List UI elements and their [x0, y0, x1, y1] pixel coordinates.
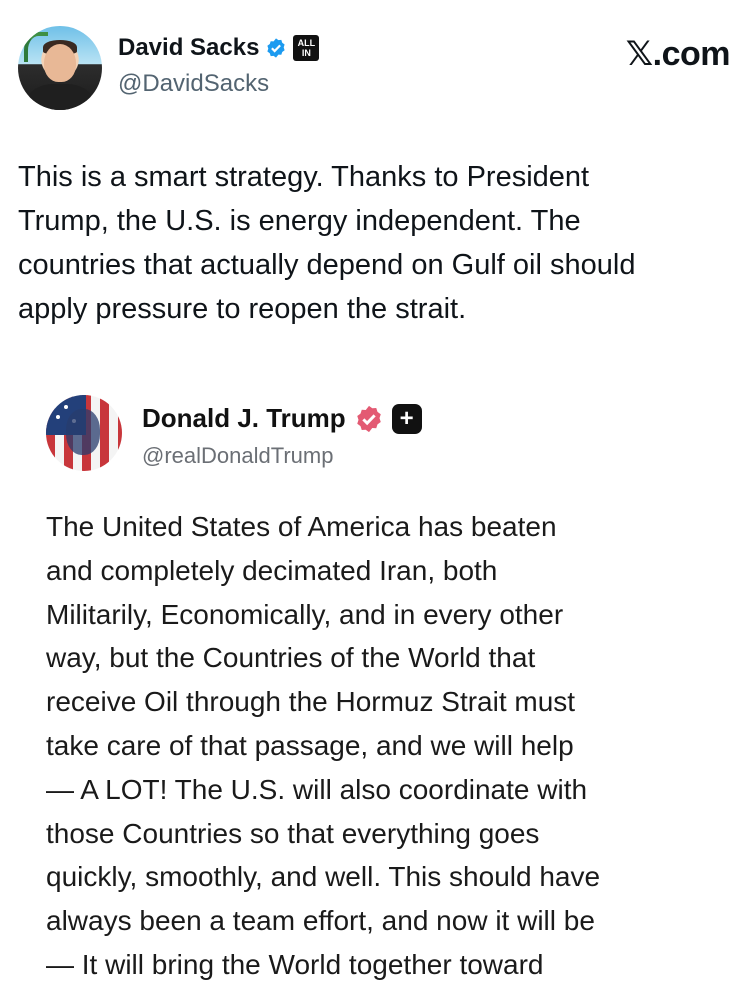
quoted-line: — It will bring the World together towar… — [46, 948, 544, 980]
quoted-avatar[interactable] — [46, 395, 122, 471]
quoted-line: way, but the Countries of the World that — [46, 642, 536, 674]
tweet-line: apply pressure to reopen the strait. — [18, 293, 467, 325]
tweet-header: David Sacks ALL IN @DavidSacks 𝕏.com — [18, 24, 731, 114]
all-in-badge-text: ALL IN — [297, 38, 316, 58]
quoted-name-row: Donald J. Trump + — [142, 403, 422, 434]
verified-badge-icon — [356, 405, 381, 432]
quoted-body: The United States of America has beaten … — [46, 505, 726, 987]
plus-icon: + — [391, 403, 422, 434]
quoted-line: take care of that passage, and we will h… — [46, 729, 574, 761]
tweet-line: Trump, the U.S. is energy independent. T… — [18, 205, 581, 237]
avatar-shirt — [28, 84, 92, 110]
quoted-line: The United States of America has beaten — [46, 511, 557, 542]
star-dot — [52, 401, 56, 405]
quoted-line: and completely decimated Iran, both — [46, 554, 498, 586]
avatar-face — [66, 409, 100, 455]
avatar[interactable] — [18, 26, 102, 110]
tweet-body: This is a smart strategy. Thanks to Pres… — [18, 155, 730, 331]
star-dot — [64, 405, 68, 409]
quoted-line: receive Oil through the Hormuz Strait mu… — [46, 686, 576, 718]
tweet-line: This is a smart strategy. Thanks to Pres… — [18, 161, 590, 193]
quoted-line: — A LOT! The U.S. will also coordinate w… — [46, 773, 588, 805]
quoted-line: always been a team effort, and now it wi… — [46, 905, 595, 937]
quoted-line: quickly, smoothly, and well. This should… — [46, 861, 601, 893]
quoted-author-name[interactable]: Donald J. Trump — [142, 403, 346, 434]
tweet-line: countries that actually depend on Gulf o… — [18, 249, 636, 281]
author-handle[interactable]: @DavidSacks — [118, 70, 269, 98]
verified-badge-icon — [267, 38, 286, 58]
avatar-face — [44, 44, 76, 82]
author-name[interactable]: David Sacks — [118, 34, 259, 62]
site-logo: 𝕏.com — [625, 35, 731, 73]
quoted-author-handle[interactable]: @realDonaldTrump — [142, 443, 333, 469]
all-in-badge-icon: ALL IN — [293, 35, 320, 61]
author-name-row: David Sacks ALL IN — [118, 34, 320, 62]
quoted-line: Militarily, Economically, and in every o… — [46, 598, 564, 630]
quoted-line: those Countries so that everything goes — [46, 817, 540, 849]
star-dot — [56, 415, 60, 419]
